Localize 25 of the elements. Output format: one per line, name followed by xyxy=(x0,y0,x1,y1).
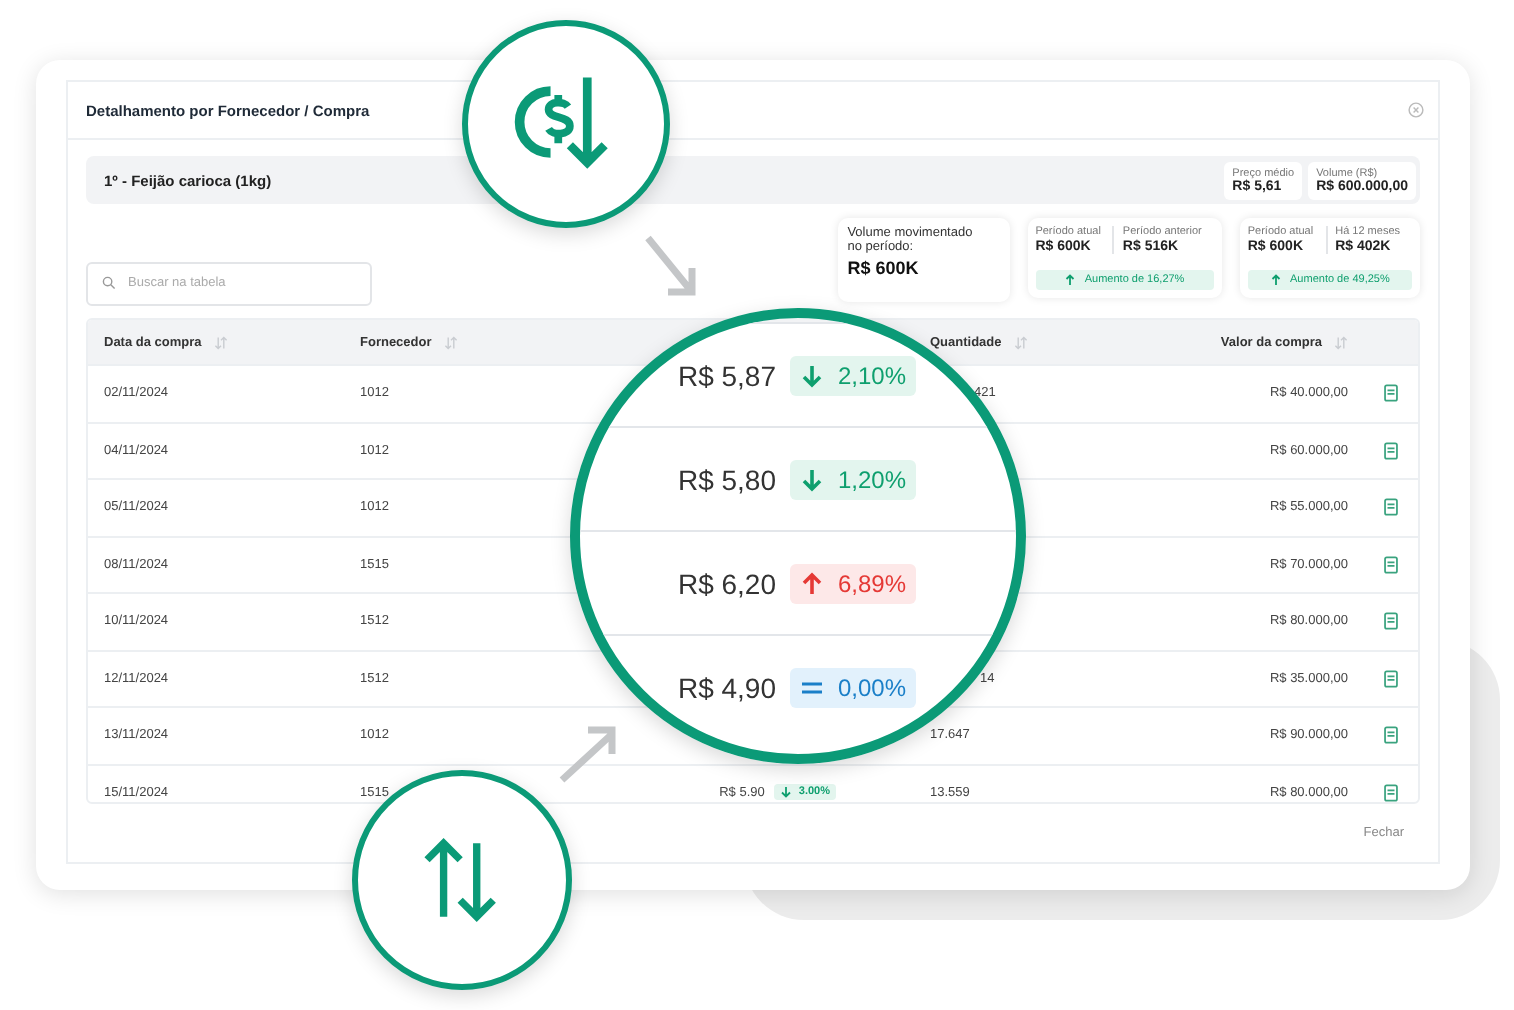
document-icon[interactable] xyxy=(1384,669,1398,688)
document-icon[interactable] xyxy=(1384,441,1398,460)
document-icon[interactable] xyxy=(1384,783,1398,802)
unit-price: R$ 5,87 xyxy=(677,359,776,391)
document-icon[interactable] xyxy=(1384,612,1398,631)
volume-value: R$ 600K xyxy=(847,257,921,278)
arrow-down-icon xyxy=(800,363,824,387)
arrow-up-icon xyxy=(1270,274,1283,286)
document-icon[interactable] xyxy=(1384,384,1398,403)
close-icon[interactable] xyxy=(1408,102,1424,118)
change-badge: 6,89% xyxy=(790,563,917,603)
change-badge: 2,10% xyxy=(790,355,917,395)
document-icon[interactable] xyxy=(1384,498,1398,517)
change-badge: 0,00% xyxy=(790,667,917,707)
unit-price: R$ 4,90 xyxy=(677,671,776,703)
search-icon xyxy=(102,275,116,289)
unit-price: R$ 6,20 xyxy=(677,567,776,599)
unit-price: R$ 5,80 xyxy=(677,463,776,495)
arrow-up-icon xyxy=(1064,274,1077,286)
arrow-down-icon xyxy=(800,467,824,491)
document-icon[interactable] xyxy=(1384,726,1398,745)
document-icon[interactable] xyxy=(1384,555,1398,574)
arrow-up-icon xyxy=(800,571,824,595)
arrow-down-icon xyxy=(780,786,793,799)
change-badge: 1,20% xyxy=(790,459,917,499)
